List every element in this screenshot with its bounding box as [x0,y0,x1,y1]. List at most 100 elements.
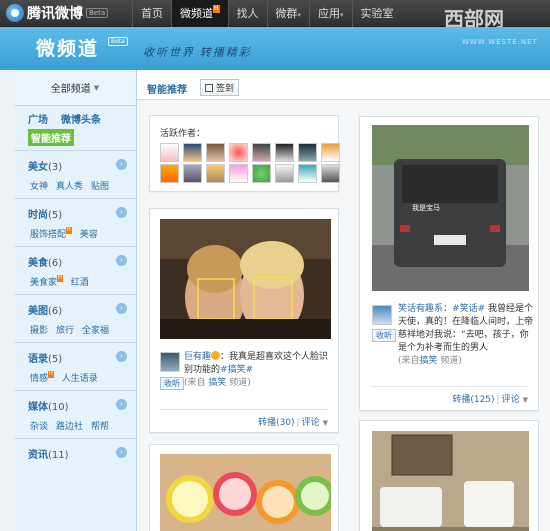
nav-groups[interactable]: 微群▾ [266,0,310,27]
all-channels-dropdown[interactable]: 全部频道 ▼ [14,70,136,106]
logo-beta-badge: Beta [86,8,109,18]
sidebar-link-headlines[interactable]: 微博头条 [61,111,101,126]
category-count: (5) [48,354,63,365]
post-tag[interactable]: #笑话# [452,304,485,314]
car-photo: 我是宝马 [372,125,529,291]
nav-lab[interactable]: 实验室 [351,0,402,27]
post-card [359,420,539,531]
watermark-url: WWW.WESTE.NET [462,38,538,46]
avatar[interactable] [321,164,340,183]
edit-icon [205,84,213,92]
avatar[interactable] [275,164,294,183]
comment-button[interactable]: 评论 [302,418,320,428]
avatar[interactable] [229,143,248,162]
avatar[interactable] [160,143,179,162]
nav-home[interactable]: 首页 [132,0,171,27]
avatar[interactable] [160,164,179,183]
category-name: 语录 [28,354,48,365]
avatar[interactable] [206,164,225,183]
chevron-down-icon[interactable]: ▼ [523,396,528,404]
avatar[interactable] [298,143,317,162]
chevron-down-icon[interactable]: ▼ [323,419,328,427]
repost-button[interactable]: 转播(125) [452,395,494,405]
post-photo[interactable] [160,219,331,339]
avatar[interactable] [183,143,202,162]
post-photo[interactable] [160,454,331,531]
chevron-down-icon: ▾ [340,11,344,19]
post-author[interactable]: 笑话有趣系 [398,304,443,314]
category-name: 时尚 [28,210,48,221]
expand-arrow-icon[interactable]: › [116,159,127,170]
sidebar-link-square[interactable]: 广场 [28,111,48,126]
face-recognition-photo [160,219,331,339]
expand-arrow-icon[interactable]: › [116,255,127,266]
tencent-weibo-logo[interactable]: 腾讯微博 Beta [6,3,109,23]
subcategory-link[interactable]: 贴图 [91,179,109,192]
post-text: 笑话有趣系：#笑话# 我曾经是个天使，真的！在降临人间时，上帝慈祥地对我说：“去… [398,303,533,368]
subcategory-link[interactable]: 真人秀 [56,179,83,192]
avatar[interactable] [206,143,225,162]
nav-weipindao[interactable]: 微频道H [171,0,228,27]
source-suffix: 频道) [440,356,462,366]
divider [370,386,528,387]
subcategory-link[interactable]: 情感H [30,371,54,384]
subcategory-link[interactable]: 全家福 [82,323,109,336]
subcategory-link[interactable]: 美容 [80,227,98,240]
comment-button[interactable]: 评论 [502,395,520,405]
nav-find-people[interactable]: 找人 [227,0,267,27]
chevron-down-icon: ▾ [297,11,302,19]
post-card [149,444,339,531]
follow-button[interactable]: 收听 [372,329,396,342]
avatar[interactable] [229,164,248,183]
all-channels-label: 全部频道 [50,84,91,95]
top-nav: 腾讯微博 Beta 首页 微频道H 找人 微群▾ 应用▾ 实验室 西部网 [0,0,550,31]
expand-arrow-icon[interactable]: › [116,207,127,218]
subcategory-link[interactable]: 路边社 [56,419,83,432]
subcategory-link[interactable]: 人生语录 [62,371,98,384]
post-tag[interactable]: #搞笑# [220,365,253,375]
page-title: 微频道 [36,38,100,60]
avatar[interactable] [252,164,271,183]
subcategory-link[interactable]: 旅行 [56,323,74,336]
avatar[interactable] [252,143,271,162]
post-source: (来自搞笑 频道) [398,356,462,366]
avatar[interactable] [372,305,392,325]
expand-arrow-icon[interactable]: › [116,399,127,410]
expand-arrow-icon[interactable]: › [116,303,127,314]
follow-button[interactable]: 收听 [160,377,184,390]
nav-lab-label: 实验室 [360,7,394,20]
subcategory-link[interactable]: 杂谈 [30,419,48,432]
divider [160,409,328,410]
nav-apps[interactable]: 应用▾ [309,0,352,27]
subcategory-link[interactable]: 女神 [30,179,48,192]
post-photo[interactable]: 我是宝马 [372,125,529,291]
sign-in-button[interactable]: 签到 [200,79,240,96]
tab-smart-recommend[interactable]: 智能推荐 [147,81,187,96]
hot-badge: H [48,371,54,378]
weibo-logo-icon [6,4,24,22]
category-count: (6) [48,258,63,269]
avatar[interactable] [298,164,317,183]
sidebar-item-smart-recommend[interactable]: 智能推荐 [28,129,74,146]
avatar[interactable] [275,143,294,162]
post-author[interactable]: 巨有趣 [184,352,211,362]
nav-items: 首页 微频道H 找人 微群▾ 应用▾ 实验室 [132,0,402,27]
expand-arrow-icon[interactable]: › [116,351,127,362]
source-channel-link[interactable]: 搞笑 [420,356,438,366]
expand-arrow-icon[interactable]: › [116,447,127,458]
subcategory-link[interactable]: 美食家H [30,275,63,288]
sidebar-category: 媒体(10) › 杂谈 路边社 帮帮 [14,391,136,439]
subcategory-link[interactable]: 服饰搭配H [30,227,72,240]
category-name: 资讯 [28,450,48,461]
subcategory-link[interactable]: 红酒 [71,275,89,288]
author-avatars [160,143,340,183]
subcategory-link[interactable]: 摄影 [30,323,48,336]
avatar[interactable] [183,164,202,183]
repost-button[interactable]: 转播(30) [258,418,294,428]
source-channel-link[interactable]: 搞笑 [208,378,226,388]
post-photo[interactable] [372,431,529,531]
avatar[interactable] [321,143,340,162]
avatar[interactable] [160,352,180,372]
subcategory-link[interactable]: 帮帮 [91,419,109,432]
category-name: 媒体 [28,402,48,413]
